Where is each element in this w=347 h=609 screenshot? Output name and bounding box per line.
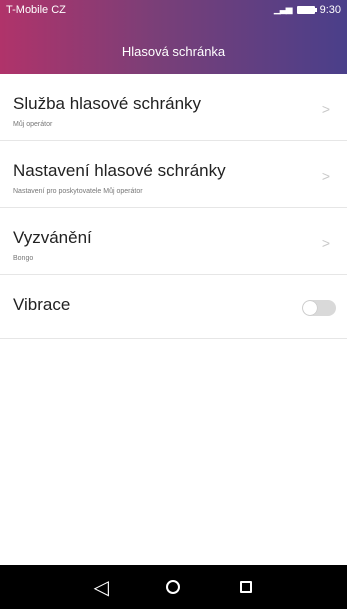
item-subtitle: Nastavení pro poskytovatele Můj operátor [13,188,143,195]
battery-icon [296,5,317,14]
item-subtitle: Bongo [13,255,34,262]
page-title: Hlasová schránka [121,44,226,59]
chevron-right-icon: > [321,168,330,184]
status-icons: ▁▃▅ 9:30 [274,4,341,16]
chevron-right-icon: > [321,101,330,117]
home-icon[interactable] [158,572,188,602]
voicemail-service-item[interactable]: Služba hlasové schránky Můj operátor > [0,74,347,141]
item-title: Vibrace [13,295,71,314]
navigation-bar: ◁ [0,565,347,609]
voicemail-settings-item[interactable]: Nastavení hlasové schránky Nastavení pro… [0,141,347,208]
app-header: T-Mobile CZ ▁▃▅ 9:30 Hlasová schránka [0,0,347,74]
signal-icon: ▁▃▅ [273,4,293,14]
status-time: 9:30 [319,3,341,16]
vibration-toggle[interactable] [302,300,336,316]
back-icon[interactable]: ◁ [86,572,116,602]
ringtone-item[interactable]: Vyzvánění Bongo > [0,208,347,275]
settings-list: Služba hlasové schránky Můj operátor > N… [0,74,347,339]
item-title: Nastavení hlasové schránky [13,161,226,180]
toggle-knob [303,301,317,315]
status-bar: T-Mobile CZ ▁▃▅ 9:30 [0,0,347,19]
chevron-right-icon: > [321,235,330,251]
carrier-name: T-Mobile CZ [6,3,66,16]
item-title: Vyzvánění [13,228,92,247]
vibration-item[interactable]: Vibrace [0,275,347,339]
item-subtitle: Můj operátor [13,121,53,128]
item-title: Služba hlasové schránky [13,94,202,113]
recents-icon[interactable] [231,572,261,602]
